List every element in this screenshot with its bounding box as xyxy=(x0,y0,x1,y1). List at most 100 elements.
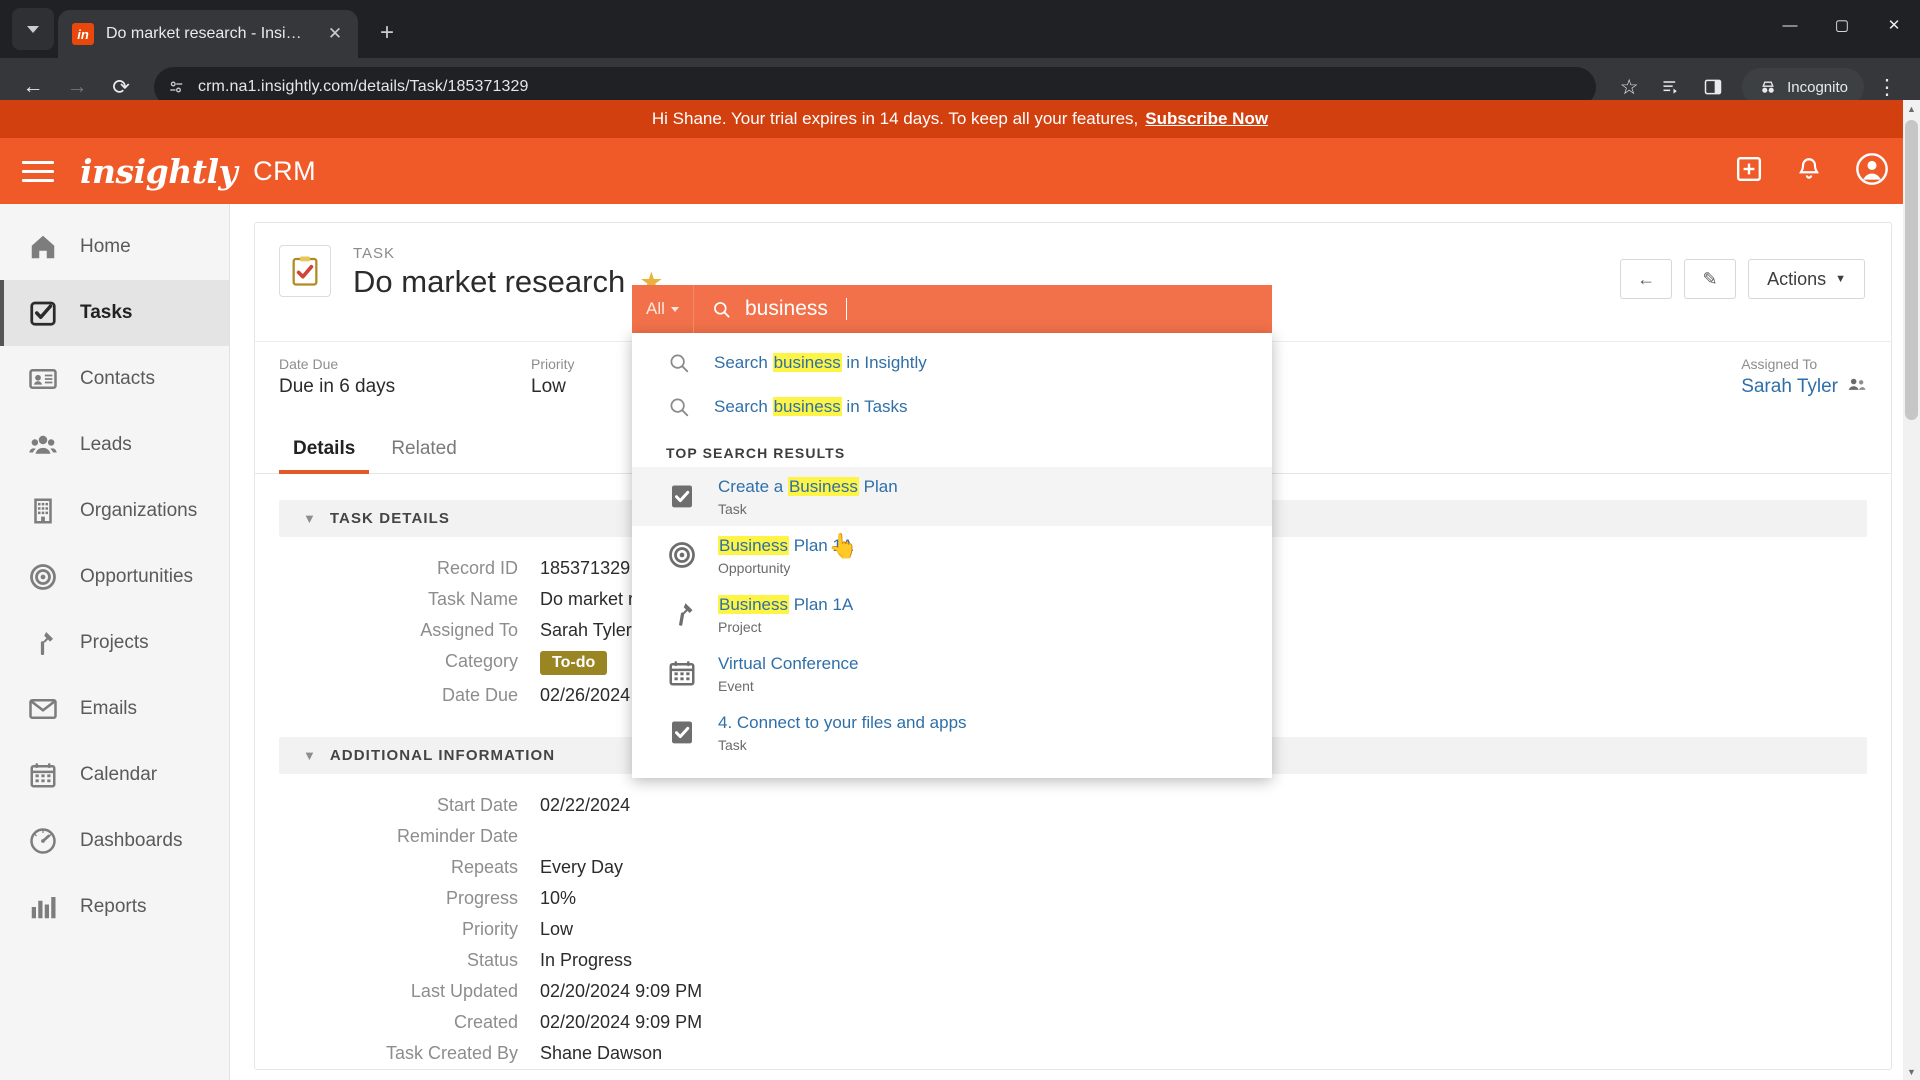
trial-message: Hi Shane. Your trial expires in 14 days.… xyxy=(651,109,1139,128)
emails-icon xyxy=(26,692,60,726)
new-tab-button[interactable]: + xyxy=(368,14,406,52)
field-label: Progress xyxy=(445,888,518,908)
sidebar-item-emails[interactable]: Emails xyxy=(0,676,229,742)
search-dropdown: Search business in Insightly Search busin… xyxy=(632,333,1272,778)
sidebar-item-opportunities[interactable]: Opportunities xyxy=(0,544,229,610)
field-row: Reminder Date xyxy=(255,821,1867,852)
sidebar-item-label: Emails xyxy=(80,698,138,719)
search-result-item[interactable]: Business Plan 1A Opportunity 👆 xyxy=(632,526,1272,585)
sidebar-item-home[interactable]: Home xyxy=(0,214,229,280)
sidebar-item-label: Opportunities xyxy=(80,566,194,587)
search-bar[interactable]: All business xyxy=(632,285,1272,333)
field-value: 185371329 xyxy=(540,558,631,578)
sidebar-item-label: Contacts xyxy=(80,368,155,389)
projects-icon xyxy=(40,632,53,655)
field-label: Start Date xyxy=(436,795,518,815)
window-close-button[interactable]: ✕ xyxy=(1868,0,1920,50)
search-result-item[interactable]: Create a Business Plan Task xyxy=(632,467,1272,526)
sidebar-item-dashboards[interactable]: Dashboards xyxy=(0,808,229,874)
sidebar-item-label: Calendar xyxy=(80,764,158,785)
opportunities-icon xyxy=(30,564,56,590)
leads-icon xyxy=(26,428,60,462)
subscribe-now-link[interactable]: Subscribe Now xyxy=(1145,109,1268,129)
page-title: Do market research ★ xyxy=(353,264,663,300)
organizations-icon xyxy=(26,494,60,528)
task-record-icon xyxy=(279,245,331,297)
menu-icon[interactable] xyxy=(22,160,54,182)
browser-tab[interactable]: in Do market research - Insightly ✕ xyxy=(58,10,358,58)
sidebar-item-reports[interactable]: Reports xyxy=(0,874,229,940)
field-value: 02/20/2024 9:09 PM xyxy=(540,981,703,1001)
hammer-icon xyxy=(666,598,698,630)
site-settings-icon[interactable] xyxy=(168,78,186,96)
summary-due-label: Date Due xyxy=(279,356,339,372)
search-input-value: business xyxy=(745,297,828,320)
incognito-icon xyxy=(1762,81,1774,93)
result-title: Business Plan 1A xyxy=(718,594,854,614)
close-icon[interactable]: ✕ xyxy=(322,21,348,47)
tab-search-button[interactable] xyxy=(12,8,54,50)
search-suggestion[interactable]: Search business in Tasks xyxy=(632,385,1272,429)
maximize-button[interactable]: ▢ xyxy=(1816,0,1868,50)
hammer-icon xyxy=(679,603,693,627)
insightly-logo: insightly xyxy=(80,151,238,191)
search-results-list: Create a Business Plan Task Business Plan … xyxy=(632,467,1272,762)
sidebar-item-label: Reports xyxy=(80,896,147,917)
sidebar-item-organizations[interactable]: Organizations xyxy=(0,478,229,544)
tab-strip: in Do market research - Insightly ✕ + — … xyxy=(0,0,1920,58)
tab-details[interactable]: Details xyxy=(279,422,370,474)
search-scope-label: All xyxy=(646,299,665,318)
search-suggestion[interactable]: Search business in Insightly xyxy=(632,341,1272,385)
page-scrollbar[interactable]: ▲ ▼ xyxy=(1903,100,1920,1080)
bell-icon[interactable] xyxy=(1796,156,1822,187)
sidebar-item-tasks[interactable]: Tasks xyxy=(0,280,229,346)
field-row: Last Updated 02/20/2024 9:09 PM xyxy=(255,976,1867,1007)
search-result-item[interactable]: Business Plan 1A Project xyxy=(632,585,1272,644)
actions-button[interactable]: Actions ▼ xyxy=(1748,259,1865,299)
reports-icon xyxy=(31,897,56,919)
calendar-icon xyxy=(669,661,695,686)
sidebar-item-leads[interactable]: Leads xyxy=(0,412,229,478)
scroll-up-arrow[interactable]: ▲ xyxy=(1903,100,1920,117)
summary-priority-value: Low xyxy=(531,376,566,397)
task-clipboard-icon xyxy=(666,480,698,512)
field-label: Repeats xyxy=(450,857,518,877)
contacts-icon xyxy=(29,369,57,389)
field-label: Priority xyxy=(461,919,518,939)
tab-related[interactable]: Related xyxy=(377,422,471,473)
app-header: insightly CRM xyxy=(0,138,1920,204)
pencil-icon[interactable]: ✎ xyxy=(1684,259,1737,299)
field-value: 02/20/2024 9:09 PM xyxy=(540,1012,703,1032)
summary-assigned-value[interactable]: Sarah Tyler xyxy=(1741,376,1867,398)
target-icon xyxy=(666,539,698,571)
result-type: Opportunity xyxy=(718,559,791,576)
sidebar-item-contacts[interactable]: Contacts xyxy=(0,346,229,412)
account-icon[interactable] xyxy=(1856,152,1888,190)
calendar-icon xyxy=(666,657,698,689)
scroll-thumb[interactable] xyxy=(1905,120,1918,420)
search-result-item[interactable]: 4. Connect to your files and apps Task xyxy=(632,703,1272,762)
suggestion-text: Search business in Tasks xyxy=(714,397,908,416)
result-title: 4. Connect to your files and apps xyxy=(718,712,967,732)
scroll-down-arrow[interactable]: ▼ xyxy=(1903,1063,1920,1080)
field-value: 10% xyxy=(540,888,577,908)
record-kind: TASK xyxy=(353,245,396,262)
field-label: Reminder Date xyxy=(396,826,518,846)
sidebar-item-projects[interactable]: Projects xyxy=(0,610,229,676)
plus-icon[interactable] xyxy=(1736,156,1762,187)
search-input[interactable]: business xyxy=(694,285,1272,333)
field-label: Assigned To xyxy=(420,620,518,640)
search-scope-select[interactable]: All xyxy=(632,285,694,333)
organizations-icon xyxy=(34,498,52,524)
sidebar-item-calendar[interactable]: Calendar xyxy=(0,742,229,808)
search-result-item[interactable]: Virtual Conference Event xyxy=(632,644,1272,703)
sidebar-nav: Home Tasks Contacts Leads Organizations Oppor… xyxy=(0,204,230,1080)
field-value: Shane Dawson xyxy=(540,1043,663,1063)
minimize-button[interactable]: — xyxy=(1764,0,1816,50)
back-arrow-icon[interactable]: ← xyxy=(1620,259,1673,299)
chevron-down-icon xyxy=(27,25,39,33)
contacts-icon xyxy=(26,362,60,396)
browser-window: in Do market research - Insightly ✕ + — … xyxy=(0,0,1920,1080)
suggestion-text: Search business in Insightly xyxy=(714,353,927,372)
result-title: Create a Business Plan xyxy=(718,477,898,496)
